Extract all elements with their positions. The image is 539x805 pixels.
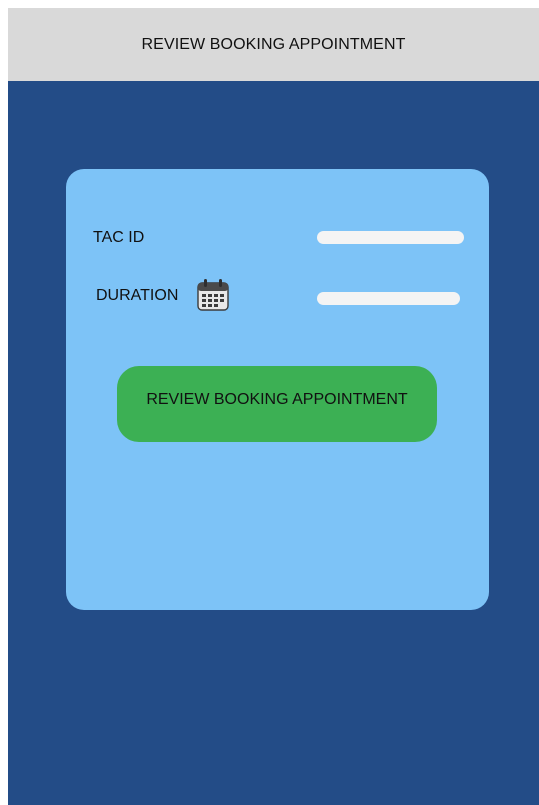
duration-label: DURATION <box>96 287 179 304</box>
calendar-icon[interactable] <box>195 277 231 313</box>
review-booking-button[interactable]: REVIEW BOOKING APPOINTMENT <box>117 366 437 442</box>
duration-input[interactable] <box>317 292 460 305</box>
app-screen: REVIEW BOOKING APPOINTMENT TAC ID DURATI… <box>8 8 539 805</box>
tac-id-input[interactable] <box>317 231 464 244</box>
header-bar: REVIEW BOOKING APPOINTMENT <box>8 8 539 81</box>
tac-id-label: TAC ID <box>93 229 145 246</box>
booking-form-card: TAC ID DURATION REVIEW BOOKING APPOINTME… <box>66 169 489 610</box>
page-title: REVIEW BOOKING APPOINTMENT <box>141 35 406 53</box>
